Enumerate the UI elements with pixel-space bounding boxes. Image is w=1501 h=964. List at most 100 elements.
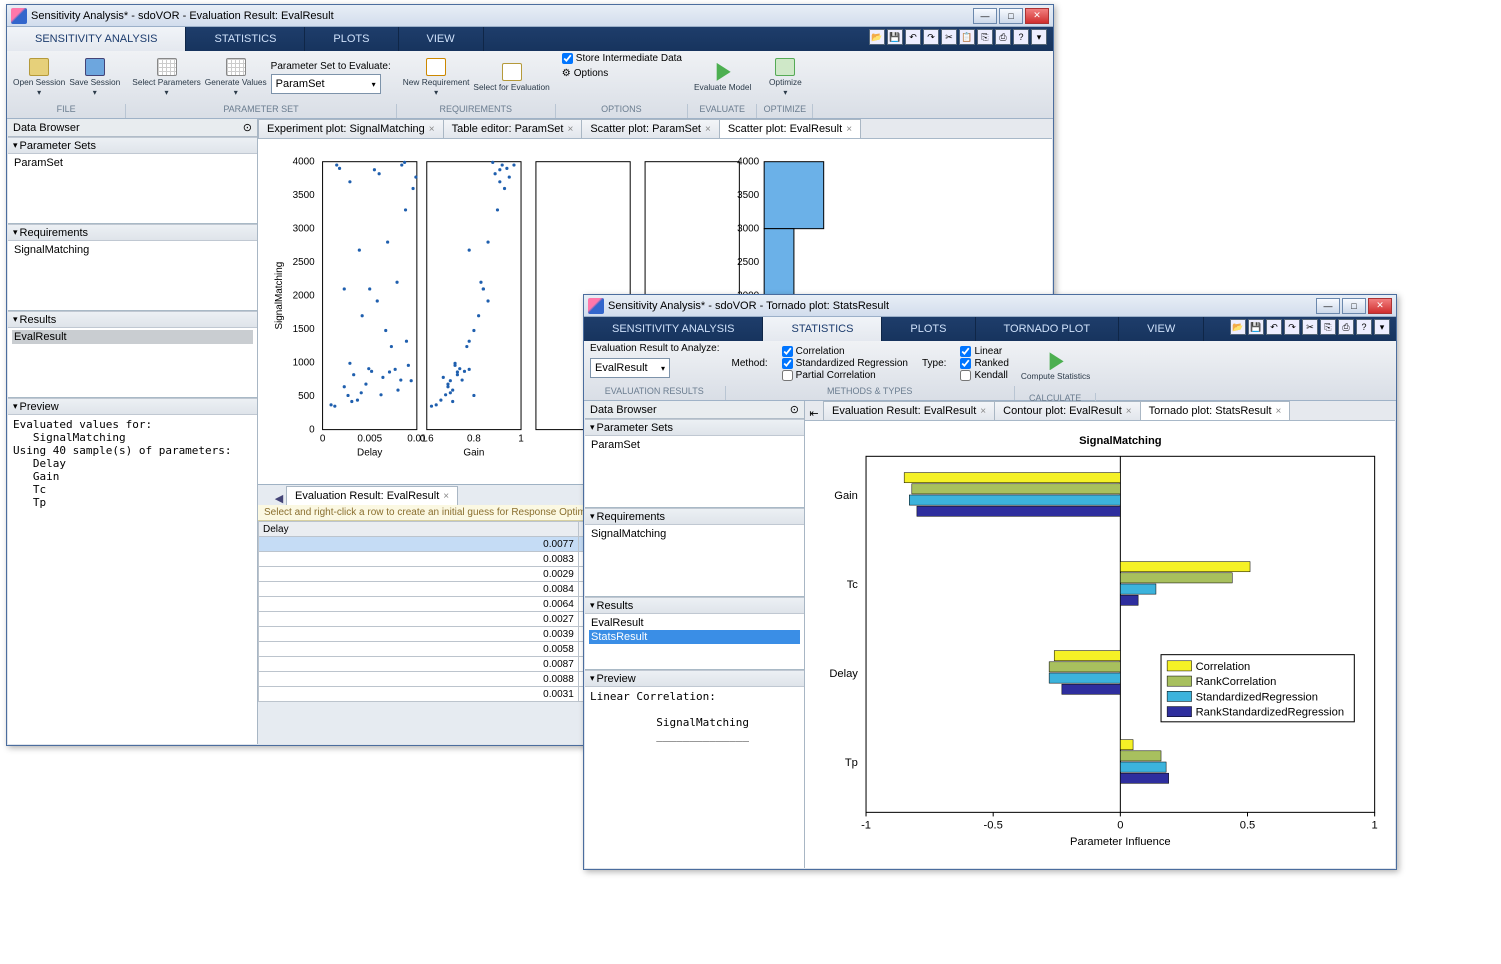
close-button[interactable]: ✕ [1025,8,1049,24]
data-browser-title: Data Browser [13,122,80,134]
open-session-button[interactable]: Open Session▾ [13,54,65,102]
collapse-icon[interactable]: ⊙ [243,121,252,134]
qat-icon[interactable]: ↶ [905,29,921,45]
titlebar[interactable]: Sensitivity Analysis* - sdoVOR - Evaluat… [7,5,1053,27]
doc-tab[interactable]: Scatter plot: ParamSet× [581,119,720,138]
qat-icon[interactable]: 💾 [887,29,903,45]
doc-tab[interactable]: Scatter plot: EvalResult× [719,119,861,138]
generate-values-button[interactable]: Generate Values▾ [205,54,267,102]
content-area: ⇤ Evaluation Result: EvalResult×Contour … [805,401,1395,868]
data-browser: Data Browser ⊙ Parameter Sets ParamSet Re… [8,119,258,744]
evaluate-model-button[interactable]: Evaluate Model [694,54,751,102]
close-button[interactable]: ✕ [1368,298,1392,314]
select-for-eval-button[interactable]: Select for Evaluation [473,54,549,102]
qat-icon[interactable]: ↷ [1284,319,1300,335]
list-item[interactable]: SignalMatching [589,527,800,541]
qat-icon[interactable]: ⎙ [995,29,1011,45]
qat-icon[interactable]: ⎘ [977,29,993,45]
tornado-chart: SignalMatching-1-0.500.51Parameter Influ… [805,421,1395,868]
qat-icon[interactable]: 💾 [1248,319,1264,335]
list-item[interactable]: EvalResult [589,616,800,630]
chevron-down-icon[interactable]: ▾ [1031,29,1047,45]
help-icon[interactable]: ? [1013,29,1029,45]
maximize-button[interactable]: □ [999,8,1023,24]
svg-text:1: 1 [1372,820,1378,832]
tab-view[interactable]: VIEW [399,27,484,51]
qat-icon[interactable]: ✂ [1302,319,1318,335]
minimize-button[interactable]: — [1316,298,1340,314]
qat-icon[interactable]: ⎙ [1338,319,1354,335]
select-parameters-button[interactable]: Select Parameters▾ [132,54,201,102]
tab-plots[interactable]: PLOTS [305,27,398,51]
tab-sensitivity[interactable]: SENSITIVITY ANALYSIS [584,317,763,341]
close-icon[interactable]: × [443,491,449,502]
doc-tab[interactable]: Experiment plot: SignalMatching× [258,119,444,138]
type-checkbox[interactable]: Kendall [960,370,1008,381]
paramset-dropdown[interactable]: ParamSet▾ [271,74,381,94]
results-header[interactable]: Results [585,597,804,614]
tab-tornado[interactable]: TORNADO PLOT [976,317,1120,341]
qat-icon[interactable]: ↷ [923,29,939,45]
list-item[interactable]: ParamSet [12,156,253,170]
requirements-header[interactable]: Requirements [585,508,804,525]
quick-access: 📂💾↶↷✂📋⎘⎙?▾ [863,27,1053,51]
method-checkbox[interactable]: Standardized Regression [782,358,908,369]
parameter-sets-header[interactable]: Parameter Sets [585,419,804,436]
close-icon[interactable]: × [429,124,435,135]
eval-result-tab[interactable]: Evaluation Result: EvalResult× [286,486,458,505]
svg-text:Gain: Gain [463,447,484,458]
requirements-header[interactable]: Requirements [8,224,257,241]
type-checkbox[interactable]: Ranked [960,358,1008,369]
close-icon[interactable]: × [1126,406,1132,417]
qat-icon[interactable]: 📋 [959,29,975,45]
doc-tab[interactable]: Evaluation Result: EvalResult× [823,401,995,420]
dock-icon[interactable]: ⇤ [805,407,823,420]
store-intermediate-checkbox[interactable]: Store Intermediate Data [562,53,682,64]
qat-icon[interactable]: ⎘ [1320,319,1336,335]
save-session-button[interactable]: Save Session▾ [69,54,120,102]
method-checkbox[interactable]: Correlation [782,346,908,357]
doc-tab[interactable]: Table editor: ParamSet× [443,119,583,138]
doc-tab[interactable]: Tornado plot: StatsResult× [1140,401,1291,420]
maximize-button[interactable]: □ [1342,298,1366,314]
close-icon[interactable]: × [705,124,711,135]
play-icon [713,63,733,81]
chevron-down-icon[interactable]: ▾ [1374,319,1390,335]
collapse-icon[interactable]: ◀ [272,492,286,505]
tab-view[interactable]: VIEW [1119,317,1204,341]
new-requirement-button[interactable]: New Requirement▾ [403,54,470,102]
close-icon[interactable]: × [980,406,986,417]
close-icon[interactable]: × [1276,406,1282,417]
list-item[interactable]: EvalResult [12,330,253,344]
minimize-button[interactable]: — [973,8,997,24]
svg-text:Delay: Delay [357,447,382,458]
eval-result-dropdown[interactable]: EvalResult▾ [590,358,670,378]
tab-plots[interactable]: PLOTS [882,317,975,341]
type-checkbox[interactable]: Linear [960,346,1008,357]
doc-tab[interactable]: Contour plot: EvalResult× [994,401,1140,420]
help-icon[interactable]: ? [1356,319,1372,335]
close-icon[interactable]: × [846,124,852,135]
tab-sensitivity[interactable]: SENSITIVITY ANALYSIS [7,27,186,51]
qat-icon[interactable]: ✂ [941,29,957,45]
preview-header[interactable]: Preview [585,670,804,687]
qat-icon[interactable]: 📂 [869,29,885,45]
qat-icon[interactable]: 📂 [1230,319,1246,335]
list-item[interactable]: ParamSet [589,438,800,452]
tab-statistics[interactable]: STATISTICS [186,27,305,51]
list-item[interactable]: SignalMatching [12,243,253,257]
options-button[interactable]: ⚙Options [562,68,608,79]
preview-header[interactable]: Preview [8,398,257,415]
compute-statistics-button[interactable]: Compute Statistics [1021,343,1090,391]
ribbon-tabs: SENSITIVITY ANALYSIS STATISTICS PLOTS TO… [584,317,1396,341]
results-header[interactable]: Results [8,311,257,328]
list-item[interactable]: StatsResult [589,630,800,644]
optimize-button[interactable]: Optimize▾ [763,54,807,102]
method-checkbox[interactable]: Partial Correlation [782,370,908,381]
close-icon[interactable]: × [567,124,573,135]
titlebar[interactable]: Sensitivity Analysis* - sdoVOR - Tornado… [584,295,1396,317]
qat-icon[interactable]: ↶ [1266,319,1282,335]
parameter-sets-header[interactable]: Parameter Sets [8,137,257,154]
collapse-icon[interactable]: ⊙ [790,403,799,416]
tab-statistics[interactable]: STATISTICS [763,317,882,341]
